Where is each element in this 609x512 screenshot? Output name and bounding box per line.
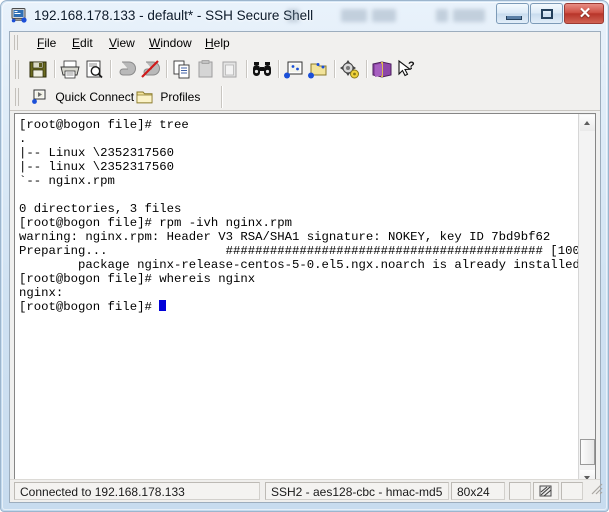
quick-connect-bar: Quick Connect Profiles	[10, 84, 600, 111]
print-icon[interactable]	[58, 58, 82, 81]
background-window-artifact	[341, 9, 367, 22]
background-window-artifact	[436, 9, 448, 22]
toolbar-separator	[110, 60, 112, 78]
client-area: File Edit View Window Help ? Quick Conne…	[9, 31, 603, 503]
status-pane-spacer-2	[561, 482, 583, 500]
ssh-shell-icon	[11, 7, 28, 24]
status-size: 80x24	[451, 482, 505, 500]
toolbar-separator	[54, 60, 56, 78]
terminal-scrollbar[interactable]	[578, 114, 595, 487]
toolbar-separator	[334, 60, 336, 78]
background-window-artifact	[372, 9, 396, 22]
application-window: 192.168.178.133 - default* - SSH Secure …	[0, 0, 609, 512]
menu-help[interactable]: Help	[200, 35, 235, 51]
folder-icon	[136, 89, 153, 111]
toolbar-separator	[366, 60, 368, 78]
status-bar: Connected to 192.168.178.133 SSH2 - aes1…	[10, 479, 603, 502]
menu-edit[interactable]: Edit	[67, 35, 98, 51]
close-icon: ✕	[578, 5, 592, 22]
restore-button[interactable]	[530, 3, 563, 24]
toolbar-separator	[246, 60, 248, 78]
toolbar: ?	[10, 54, 600, 85]
quickbar-drag-handle[interactable]	[15, 88, 20, 106]
profiles-label: Profiles	[160, 90, 201, 104]
help-book-icon[interactable]	[370, 58, 394, 81]
toolbar-separator	[278, 60, 280, 78]
menu-view[interactable]: View	[104, 35, 140, 51]
quick-connect-button[interactable]: Quick Connect	[32, 87, 134, 107]
scroll-thumb[interactable]	[580, 439, 595, 465]
menu-file[interactable]: File	[32, 35, 61, 51]
settings-icon[interactable]	[338, 58, 362, 81]
toolbar-drag-handle[interactable]	[15, 60, 20, 79]
context-help-icon[interactable]: ?	[394, 58, 418, 81]
profiles-button[interactable]: Profiles	[136, 87, 200, 107]
background-window-artifact	[287, 9, 299, 22]
find-icon[interactable]	[250, 58, 274, 81]
clipboard-icon[interactable]	[218, 58, 242, 81]
terminal-screen[interactable]: [root@bogon file]# tree . |-- Linux \235…	[15, 114, 578, 487]
background-window-artifact	[453, 9, 485, 22]
status-cipher: SSH2 - aes128-cbc - hmac-md5	[265, 482, 449, 500]
toolbar-separator	[166, 60, 168, 78]
minimize-button[interactable]	[496, 3, 529, 24]
copy-icon[interactable]	[170, 58, 194, 81]
svg-text:?: ?	[408, 60, 415, 72]
resize-grip[interactable]	[585, 482, 603, 500]
title-bar[interactable]: 192.168.178.133 - default* - SSH Secure …	[1, 1, 606, 30]
scroll-up-arrow[interactable]	[580, 115, 595, 131]
print-preview-icon[interactable]	[82, 58, 106, 81]
paste-icon[interactable]	[194, 58, 218, 81]
encryption-indicator-icon	[538, 484, 554, 504]
quick-connect-label: Quick Connect	[55, 90, 135, 104]
menu-drag-handle[interactable]	[14, 35, 19, 50]
block-cursor	[159, 300, 167, 311]
computer-connect-icon	[32, 89, 48, 111]
connect-icon[interactable]	[114, 58, 138, 81]
terminal-panel: [root@bogon file]# tree . |-- Linux \235…	[14, 113, 596, 488]
status-encryption-pane[interactable]	[533, 482, 559, 500]
terminal-text: [root@bogon file]# tree . |-- Linux \235…	[19, 118, 578, 314]
close-button[interactable]: ✕	[564, 3, 604, 24]
window-title: 192.168.178.133 - default* - SSH Secure …	[34, 8, 314, 23]
quickbar-separator	[221, 86, 223, 108]
status-pane-spacer-1	[509, 482, 531, 500]
disconnect-icon[interactable]	[138, 58, 162, 81]
menu-bar: File Edit View Window Help	[10, 32, 600, 55]
status-connection: Connected to 192.168.178.133	[14, 482, 260, 500]
terminal-output: [root@bogon file]# tree . |-- Linux \235…	[15, 114, 578, 314]
file-transfer-icon[interactable]	[282, 58, 306, 81]
menu-window[interactable]: Window	[144, 35, 197, 51]
new-file-transfer-icon[interactable]	[306, 58, 330, 81]
save-icon[interactable]	[26, 58, 50, 81]
